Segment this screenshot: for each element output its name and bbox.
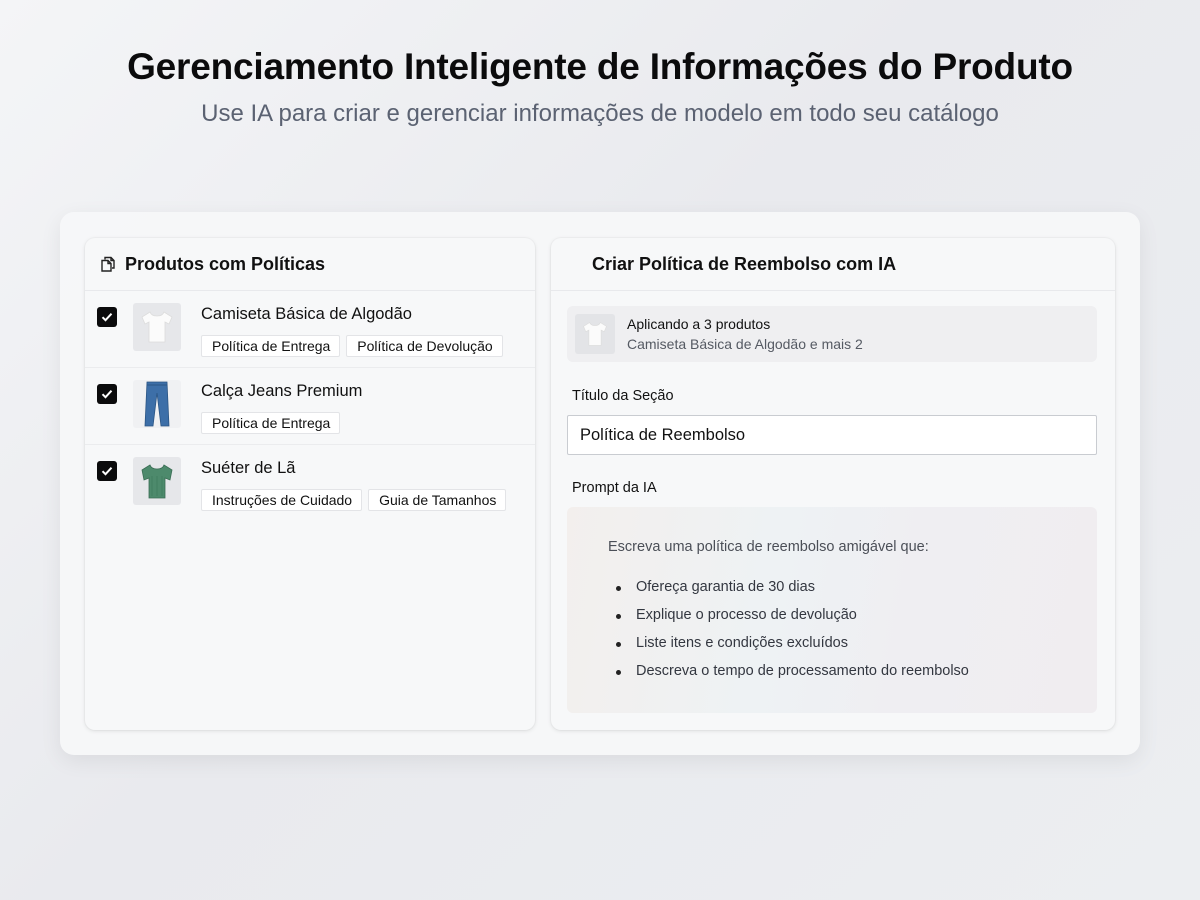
product-name: Calça Jeans Premium [201,382,363,400]
section-title-input[interactable] [567,415,1097,455]
prompt-item: Explique o processo de devolução [608,607,969,635]
product-tags: Instruções de Cuidado Guia de Tamanhos [201,489,507,511]
products-panel-header: Produtos com Políticas [85,238,535,291]
tshirt-icon [575,314,615,354]
ai-prompt-textarea[interactable]: Escreva uma política de reembolso amigáv… [567,507,1097,713]
policy-tag[interactable]: Guia de Tamanhos [368,489,507,511]
product-name: Suéter de Lã [201,459,296,477]
prompt-intro: Escreva uma política de reembolso amigáv… [608,539,929,555]
section-title-label: Título da Seção [572,388,674,404]
prompt-item: Liste itens e condições excluídos [608,635,969,663]
products-panel: Produtos com Políticas Camiseta Básica d… [85,238,535,730]
applying-summary: Aplicando a 3 produtos Camiseta Básica d… [567,306,1097,362]
product-row[interactable]: Calça Jeans Premium Política de Entrega [85,368,535,445]
app-frame: Produtos com Políticas Camiseta Básica d… [60,212,1140,755]
page-title: Gerenciamento Inteligente de Informações… [127,46,1073,87]
sweater-icon [133,457,181,505]
page-subtitle: Use IA para criar e gerenciar informaçõe… [201,100,999,127]
check-icon [101,313,113,322]
product-name: Camiseta Básica de Algodão [201,305,412,323]
copy-icon [99,255,117,273]
policy-tag[interactable]: Política de Entrega [201,412,341,434]
product-tags: Política de Entrega [201,412,341,434]
check-icon [101,467,113,476]
prompt-list: Ofereça garantia de 30 dias Explique o p… [608,579,969,691]
policy-tag[interactable]: Política de Devolução [346,335,503,357]
ai-policy-panel-header: Criar Política de Reembolso com IA [551,238,1115,291]
applying-count: Aplicando a 3 produtos [627,316,771,332]
policy-tag[interactable]: Instruções de Cuidado [201,489,363,511]
product-row[interactable]: Camiseta Básica de Algodão Política de E… [85,291,535,368]
product-tags: Política de Entrega Política de Devoluçã… [201,335,503,357]
product-row[interactable]: Suéter de Lã Instruções de Cuidado Guia … [85,445,535,522]
product-checkbox[interactable] [97,384,117,404]
applying-products: Camiseta Básica de Algodão e mais 2 [627,336,863,352]
ai-prompt-label: Prompt da IA [572,480,657,496]
policy-tag[interactable]: Política de Entrega [201,335,341,357]
product-checkbox[interactable] [97,307,117,327]
prompt-item: Descreva o tempo de processamento do ree… [608,663,969,691]
check-icon [101,390,113,399]
product-checkbox[interactable] [97,461,117,481]
jeans-icon [133,380,181,428]
tshirt-icon [133,303,181,351]
prompt-item: Ofereça garantia de 30 dias [608,579,969,607]
ai-policy-panel: Criar Política de Reembolso com IA Aplic… [551,238,1115,730]
products-panel-title: Produtos com Políticas [125,253,326,274]
